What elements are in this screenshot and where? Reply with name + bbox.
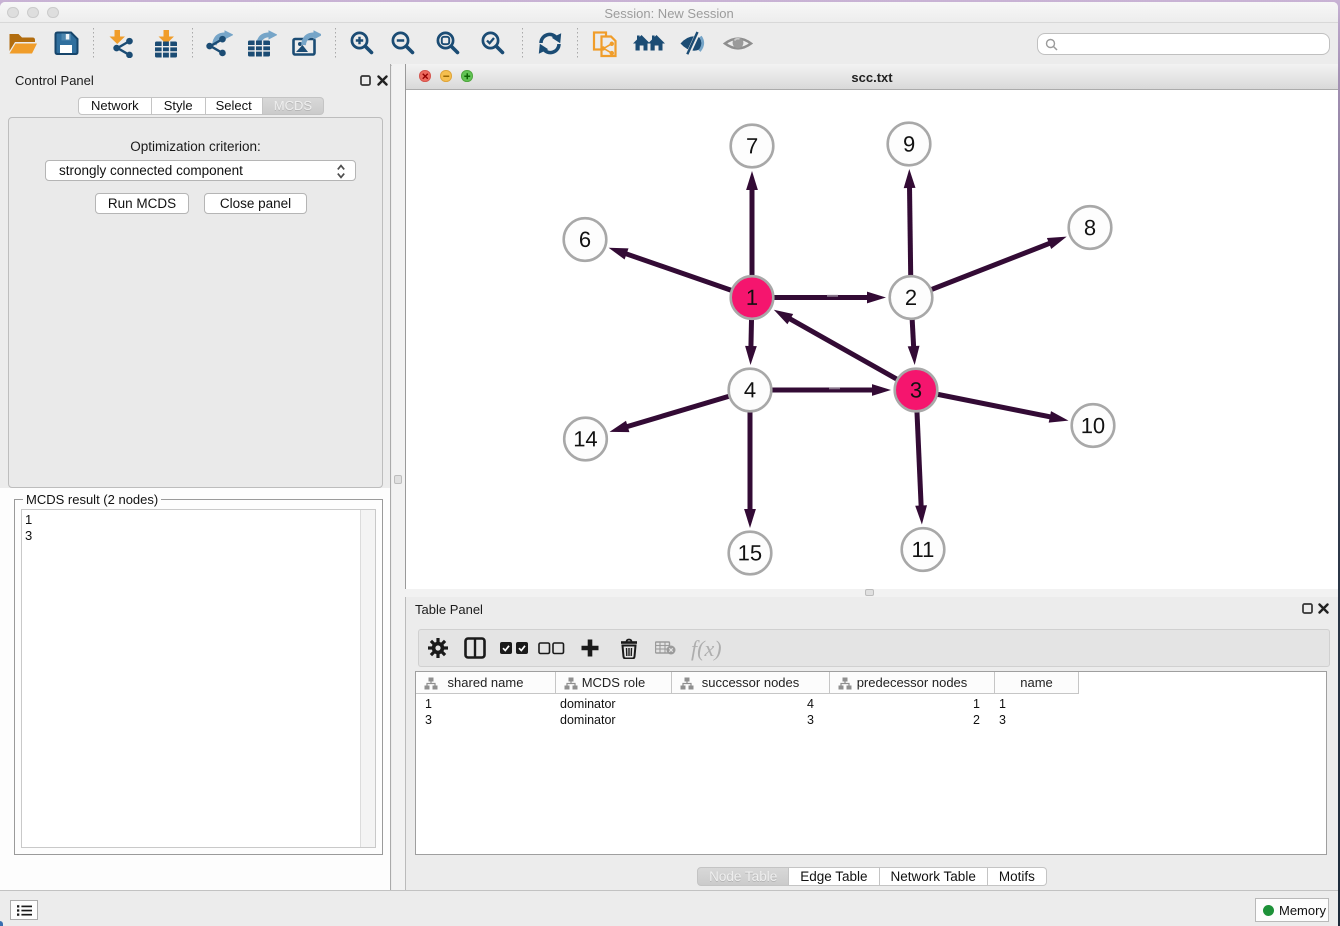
svg-text:1: 1 <box>746 285 758 310</box>
svg-text:15: 15 <box>738 540 762 565</box>
svg-text:11: 11 <box>911 537 934 562</box>
svg-text:6: 6 <box>579 227 591 252</box>
svg-text:14: 14 <box>573 426 597 451</box>
svg-text:9: 9 <box>903 132 915 157</box>
svg-text:2: 2 <box>905 285 917 310</box>
svg-text:4: 4 <box>744 377 756 402</box>
svg-text:10: 10 <box>1081 413 1105 438</box>
svg-text:7: 7 <box>746 133 758 158</box>
svg-text:3: 3 <box>910 378 922 403</box>
svg-text:8: 8 <box>1084 215 1096 240</box>
